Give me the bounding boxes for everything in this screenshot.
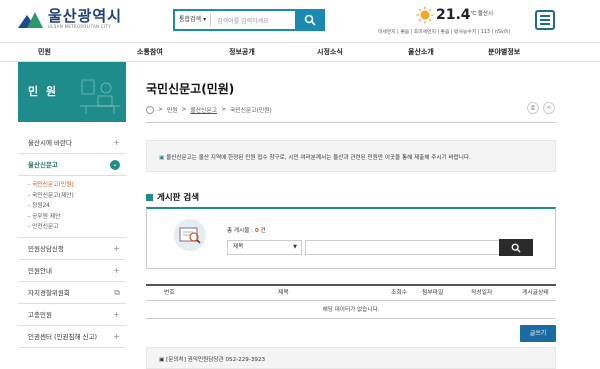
print-icon[interactable]: ⎙ <box>527 102 539 114</box>
desk-illustration-icon <box>80 79 120 114</box>
search-field-select[interactable]: 제목 ▼ <box>227 240 302 255</box>
col-attachment: 첨부파일 <box>422 290 444 296</box>
breadcrumb-current: 국민신문고(민원) <box>229 108 272 114</box>
main-navigation: 민원 소통참여 정보공개 시정소식 울산소개 분야별정보 <box>0 42 600 62</box>
sidebar: 민 원 울산시에 바란다 + 울산신문고 ⌄ - 국민신문고(민원) - 국민신… <box>18 62 126 369</box>
chevron-down-icon: ▾ <box>203 16 207 23</box>
share-icon[interactable]: < <box>543 102 555 114</box>
sidebar-header: 민 원 <box>18 62 126 122</box>
board-table: 번호 제목 조회수 첨부파일 작성일자 게시글상태 해당 데이터가 없습니다. <box>146 284 556 319</box>
all-menu-button[interactable] <box>535 10 555 30</box>
logo-title: 울산광역시 <box>48 7 123 25</box>
header: 울산광역시 ULSAN METROPOLITAN CITY 통합검색 ▾ 검색어… <box>0 0 600 42</box>
air-quality: 미세먼지 | 좋음 | 초미세먼지 | 좋음 | 방사능수치 | 113 ( n… <box>378 30 511 35</box>
breadcrumb: > 민원 > 울산신문고 > 국민신문고(민원) <box>146 105 272 114</box>
nav-item-fields[interactable]: 분야별정보 <box>488 43 520 62</box>
search-button[interactable] <box>295 9 325 31</box>
plus-icon: + <box>113 331 120 341</box>
search-scope-select[interactable]: 통합검색 ▾ <box>175 14 212 26</box>
search-input[interactable]: 검색어를 입력하세요 <box>211 16 269 25</box>
col-title: 제목 <box>278 290 289 296</box>
sidebar-subitem-proposal[interactable]: - 국민신문고(제안) <box>28 191 126 202</box>
plus-icon: + <box>113 243 120 253</box>
sidebar-menu: 울산시에 바란다 + 울산신문고 ⌄ - 국민신문고(민원) - 국민신문고(제… <box>18 132 126 348</box>
col-date: 작성일자 <box>471 290 493 296</box>
notice-bullet-icon: ▣ <box>159 155 165 161</box>
sun-icon <box>416 6 434 24</box>
main-content: 국민신문고(민원) > 민원 > 울산신문고 > 국민신문고(민원) ⎙ < ▣… <box>146 62 576 369</box>
sidebar-subitem-safety[interactable]: - 안전신문고 <box>28 222 126 233</box>
search-illustration-icon <box>174 219 206 251</box>
col-status: 게시글상태 <box>522 290 549 296</box>
total-count: 총 게시물 : 0 건 <box>227 228 266 234</box>
keyword-input[interactable] <box>305 240 509 255</box>
sidebar-submenu: - 국민신문고(민원) - 국민신문고(제안) - 정원24 - 공무원 제안 … <box>18 176 126 238</box>
sidebar-item-request[interactable]: 울산시에 바란다 + <box>18 132 126 154</box>
col-views: 조회수 <box>391 290 407 296</box>
board-search-panel: 총 게시물 : 0 건 제목 ▼ <box>146 207 556 269</box>
col-number: 번호 <box>164 290 175 296</box>
title-divider <box>146 122 556 123</box>
temperature: 21.4 <box>436 7 471 23</box>
nav-item-info[interactable]: 정보공개 <box>229 43 255 62</box>
contact-box: ▣ [문의처] 권익민원담당관 052-229-3923 <box>146 347 556 369</box>
write-button[interactable]: 글쓰기 <box>520 325 556 342</box>
menu-icon <box>540 15 550 17</box>
temperature-unit: ℃ 울산시 <box>470 11 494 17</box>
contact-text: [문의처] 권익민원담당관 052-229-3923 <box>166 357 266 363</box>
sidebar-title: 민 원 <box>28 85 59 98</box>
page-title: 국민신문고(민원) <box>146 82 235 96</box>
nav-item-about[interactable]: 울산소개 <box>408 43 434 62</box>
sidebar-item-consult[interactable]: 민원상담신청 + <box>18 238 126 260</box>
notice-text: 울산신문고는 울산 지역에 한정된 민원 접수 창구로, 시민 여러분께서는 울… <box>166 155 471 161</box>
nav-item-participation[interactable]: 소통참여 <box>137 43 163 62</box>
logo-subtitle: ULSAN METROPOLITAN CITY <box>48 24 111 29</box>
section-icon <box>146 193 153 201</box>
plus-icon: + <box>113 265 120 275</box>
chevron-down-icon: ⌄ <box>110 160 120 170</box>
sidebar-item-police[interactable]: 자치경찰위원회 ⧉ <box>18 282 126 304</box>
sidebar-item-grievance[interactable]: 고충민원 + <box>18 304 126 326</box>
weather-widget: 21.4 ℃ 울산시 미세먼지 | 좋음 | 초미세먼지 | 좋음 | 방사능수… <box>378 6 518 36</box>
nav-item-civil[interactable]: 민원 <box>38 43 51 62</box>
contact-bullet-icon: ▣ <box>159 357 165 363</box>
sidebar-item-sinmungo[interactable]: 울산신문고 ⌄ <box>18 154 126 176</box>
notice-box: ▣ 울산신문고는 울산 지역에 한정된 민원 접수 창구로, 시민 여러분께서는… <box>146 140 556 172</box>
plus-icon: + <box>113 138 120 147</box>
breadcrumb-item[interactable]: 울산신문고 <box>190 105 217 114</box>
sidebar-item-guide[interactable]: 민원안내 + <box>18 260 126 282</box>
sidebar-subitem-gov24[interactable]: - 정원24 <box>28 201 126 212</box>
search-icon <box>304 14 316 26</box>
city-logo[interactable]: 울산광역시 ULSAN METROPOLITAN CITY <box>18 8 122 29</box>
logo-mark-icon <box>18 9 44 29</box>
search-icon <box>511 243 521 253</box>
table-header: 번호 제목 조회수 첨부파일 작성일자 게시글상태 <box>146 284 556 301</box>
nav-item-news[interactable]: 시정소식 <box>317 43 343 62</box>
plus-icon: + <box>113 309 120 319</box>
board-search-button[interactable] <box>499 239 533 256</box>
board-search-title: 게시판 검색 <box>146 191 199 203</box>
empty-row: 해당 데이터가 없습니다. <box>146 301 556 319</box>
sidebar-item-human-rights[interactable]: 인권센터 (인권침해 신고) + <box>18 326 126 348</box>
chevron-down-icon: ▼ <box>293 244 297 250</box>
sidebar-subitem-officer[interactable]: - 공무원 제안 <box>28 212 126 223</box>
home-icon[interactable] <box>146 105 154 114</box>
external-link-icon: ⧉ <box>114 287 120 297</box>
sidebar-subitem-civil[interactable]: - 국민신문고(민원) <box>28 180 126 191</box>
breadcrumb-item[interactable]: 민원 <box>167 105 178 114</box>
global-search: 통합검색 ▾ 검색어를 입력하세요 <box>173 9 325 31</box>
